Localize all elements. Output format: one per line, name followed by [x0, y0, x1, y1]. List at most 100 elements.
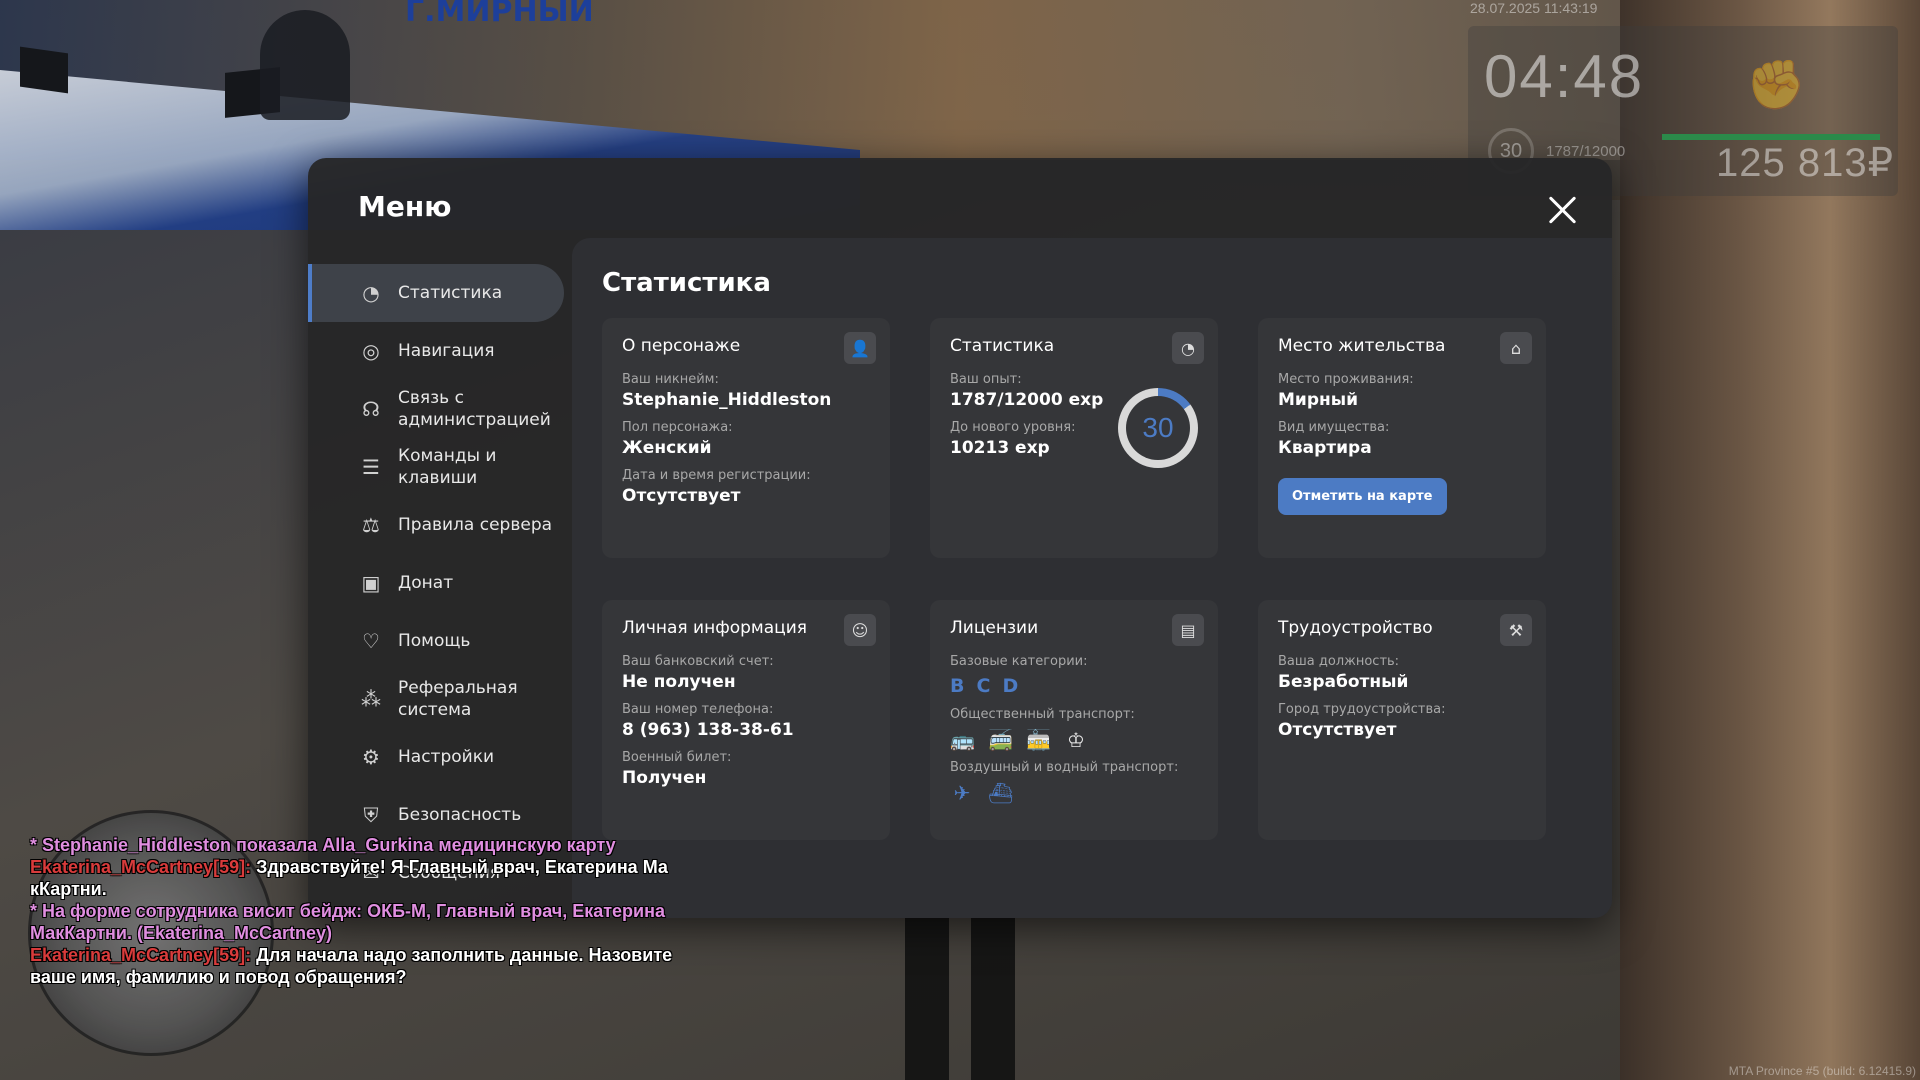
people-network-icon: ⁂	[361, 687, 381, 711]
sidebar-item-statistics[interactable]: ◔ Статистика	[308, 264, 564, 322]
registration-value: Отсутствует	[622, 486, 741, 506]
exp-label: Ваш опыт:	[950, 372, 1022, 387]
hud-money: 125 813₽	[1716, 141, 1895, 185]
boat-icon: ⛴	[988, 781, 1014, 805]
sidebar-item-rules[interactable]: ⚖ Правила сервера	[308, 496, 564, 554]
nickname-value: Stephanie_Hiddleston	[622, 390, 832, 410]
bank-account-label: Ваш банковский счет:	[622, 654, 774, 669]
license-categories: B C D	[950, 675, 1198, 697]
card-title: Трудоустройство	[1278, 618, 1433, 638]
gear-icon: ⚙	[362, 745, 380, 769]
pie-chart-icon: ◔	[362, 281, 380, 305]
card-title: Место жительства	[1278, 336, 1446, 356]
sidebar-item-label: Навигация	[398, 341, 495, 361]
npc-person	[260, 10, 350, 120]
public-transport-label: Общественный транспорт:	[950, 707, 1135, 722]
hud-clock: 04:48	[1484, 43, 1645, 110]
bank-account-value: Не получен	[622, 672, 736, 692]
fist-icon: ✊	[1746, 57, 1806, 113]
air-water-transport-label: Воздушный и водный транспорт:	[950, 760, 1179, 775]
residence-card: Место жительства ⌂ Место проживания: Мир…	[1258, 318, 1546, 558]
build-info: MTA Province #5 (build: 6.12415.9)	[1728, 1064, 1916, 1078]
chat-text: МакКартни. (Ekaterina_McCartney)	[30, 923, 333, 943]
chat-line: МакКартни. (Ekaterina_McCartney)	[30, 922, 790, 944]
chat-text: Здравствуйте! Я Главный врач, Екатерина …	[256, 857, 668, 877]
pie-chart-icon: ◔	[1172, 332, 1204, 364]
id-card-icon: ▤	[1172, 614, 1204, 646]
gender-label: Пол персонажа:	[622, 420, 733, 435]
sidebar-item-referral[interactable]: ⁂ Реферальная система	[308, 670, 564, 728]
chat-line: Ekaterina_McCartney[59]: Для начала надо…	[30, 944, 790, 966]
chat-line: * Stephanie_Hiddleston показала Alla_Gur…	[30, 834, 790, 856]
nickname-label: Ваш никнейм:	[622, 372, 719, 387]
employment-city-label: Город трудоустройства:	[1278, 702, 1446, 717]
shield-icon: ⛨	[363, 803, 379, 827]
card-title: Лицензии	[950, 618, 1039, 638]
chat-line: Ekaterina_McCartney[59]: Здравствуйте! Я…	[30, 856, 790, 878]
sidebar-item-label: Настройки	[398, 747, 495, 767]
player-character	[905, 910, 1015, 1080]
document-list-icon: ☰	[362, 455, 380, 479]
property-type-value: Квартира	[1278, 438, 1372, 458]
house-icon: ⌂	[1500, 332, 1532, 364]
registration-label: Дата и время регистрации:	[622, 468, 811, 483]
chat-line: * На форме сотрудника висит бейдж: ОКБ-М…	[30, 900, 790, 922]
level-value: 30	[1142, 412, 1174, 443]
statistics-card: Статистика ◔ Ваш опыт: 1787/12000 exp До…	[930, 318, 1218, 558]
sidebar-item-navigation[interactable]: ◎ Навигация	[308, 322, 564, 380]
sidebar-item-label: Донат	[398, 573, 454, 593]
trolleybus-icon: 🚎	[988, 728, 1013, 752]
personal-info-card: Личная информация ☺ Ваш банковский счет:…	[602, 600, 890, 840]
card-title: Личная информация	[622, 618, 808, 638]
statistics-panel: Статистика О персонаже 👤 Ваш никнейм: St…	[572, 238, 1612, 918]
card-title: Статистика	[950, 336, 1055, 356]
sidebar-item-commands[interactable]: ☰ Команды и клавиши	[308, 438, 564, 496]
employment-card: Трудоустройство ⚒ Ваша должность: Безраб…	[1258, 600, 1546, 840]
scales-icon: ⚖	[362, 513, 380, 537]
sidebar-item-label: Реферальная система	[398, 678, 518, 720]
licenses-card: Лицензии ▤ Базовые категории: B C D Обще…	[930, 600, 1218, 840]
close-button[interactable]	[1544, 192, 1580, 228]
air-water-transport-icons: ✈ ⛴	[950, 781, 1198, 805]
sidebar-item-label: Связь с администрацией	[398, 388, 551, 430]
chat-text: Ekaterina_McCartney[59]:	[30, 945, 257, 965]
military-id-label: Военный билет:	[622, 750, 732, 765]
wallet-icon: ▣	[361, 571, 381, 595]
menu-modal: Меню ◔ Статистика ◎ Навигация ☊ Связь с …	[308, 158, 1612, 918]
chat-text: Для начала надо заполнить данные. Назови…	[256, 945, 673, 965]
chat-line: кКартни.	[30, 878, 790, 900]
sidebar-item-label: Безопасность	[398, 805, 522, 825]
chat-text: Ekaterina_McCartney[59]:	[30, 857, 257, 877]
license-category: B	[950, 675, 965, 697]
public-transport-icons: 🚌 🚎 🚋 ♔	[950, 728, 1198, 752]
sidebar-item-donate[interactable]: ▣ Донат	[308, 554, 564, 612]
page-title: Статистика	[602, 268, 771, 298]
bus-icon: 🚌	[950, 728, 975, 752]
character-card: О персонаже 👤 Ваш никнейм: Stephanie_Hid…	[602, 318, 890, 558]
level-ring-inner: 30	[1126, 396, 1190, 460]
phone-label: Ваш номер телефона:	[622, 702, 774, 717]
sidebar-item-label: Статистика	[398, 283, 503, 303]
compass-icon: ◎	[362, 339, 380, 363]
person-icon: 👤	[844, 332, 876, 364]
chat-text: * Stephanie_Hiddleston показала Alla_Gur…	[30, 835, 616, 855]
base-categories-label: Базовые категории:	[950, 654, 1088, 669]
position-label: Ваша должность:	[1278, 654, 1400, 669]
sidebar-item-admin-contact[interactable]: ☊ Связь с администрацией	[308, 380, 564, 438]
sidebar-item-help[interactable]: ♡ Помощь	[308, 612, 564, 670]
sidebar: ◔ Статистика ◎ Навигация ☊ Связь с админ…	[308, 264, 564, 902]
sidebar-item-label: Помощь	[398, 631, 471, 651]
chat-line: ваше имя, фамилию и повод обращения?	[30, 966, 790, 988]
property-type-label: Вид имущества:	[1278, 420, 1390, 435]
mark-on-map-button[interactable]: Отметить на карте	[1278, 478, 1447, 515]
phone-value: 8 (963) 138-38-61	[622, 720, 794, 740]
hammer-icon: ⚒	[1500, 614, 1532, 646]
sidebar-item-settings[interactable]: ⚙ Настройки	[308, 728, 564, 786]
license-category: D	[1002, 675, 1019, 697]
military-id-value: Получен	[622, 768, 707, 788]
menu-title: Меню	[358, 190, 452, 223]
heart-hand-icon: ♡	[362, 629, 380, 653]
card-title: О персонаже	[622, 336, 741, 356]
tram-icon: 🚋	[1026, 728, 1051, 752]
user-circle-icon: ☺	[844, 614, 876, 646]
